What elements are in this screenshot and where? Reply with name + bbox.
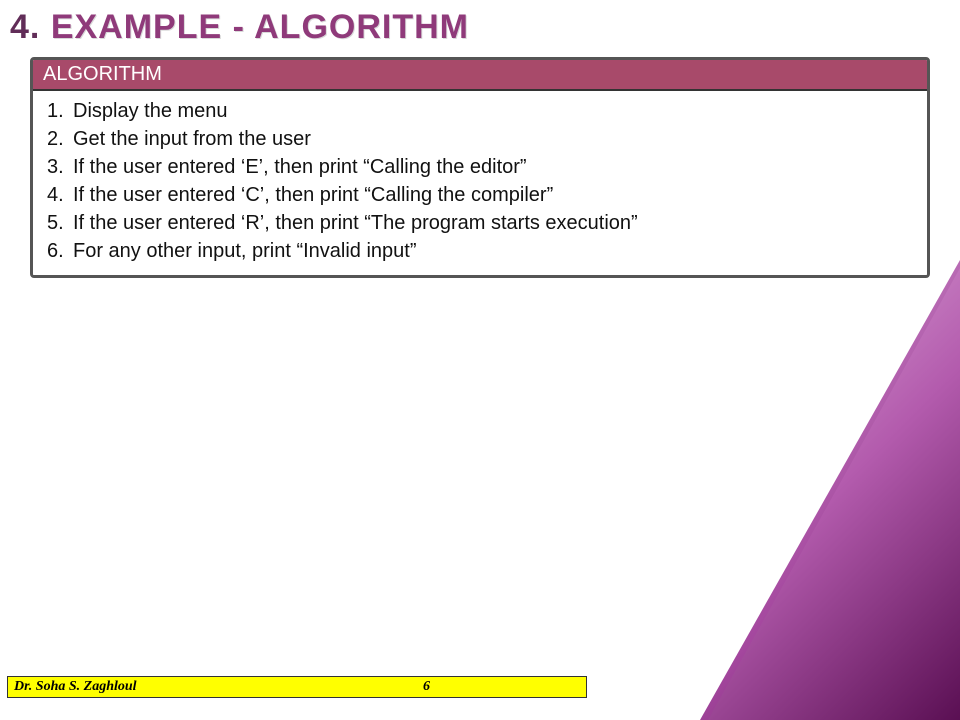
item-number: 5. bbox=[47, 209, 73, 237]
list-item: 4. If the user entered ‘C’, then print “… bbox=[47, 181, 913, 209]
list-item: 1. Display the menu bbox=[47, 97, 913, 125]
box-header: ALGORITHM bbox=[33, 60, 927, 89]
item-number: 3. bbox=[47, 153, 73, 181]
item-text: Get the input from the user bbox=[73, 125, 311, 153]
item-number: 6. bbox=[47, 237, 73, 265]
list-item: 6. For any other input, print “Invalid i… bbox=[47, 237, 913, 265]
item-number: 4. bbox=[47, 181, 73, 209]
list-item: 2. Get the input from the user bbox=[47, 125, 913, 153]
box-body: 1. Display the menu 2. Get the input fro… bbox=[33, 89, 927, 275]
list-item: 5. If the user entered ‘R’, then print “… bbox=[47, 209, 913, 237]
item-text: If the user entered ‘C’, then print “Cal… bbox=[73, 181, 553, 209]
footer-bar: Dr. Soha S. Zaghloul 6 bbox=[7, 676, 587, 698]
item-text: For any other input, print “Invalid inpu… bbox=[73, 237, 417, 265]
item-text: If the user entered ‘E’, then print “Cal… bbox=[73, 153, 527, 181]
title-text: Example - Algorithm bbox=[51, 8, 469, 46]
item-text: Display the menu bbox=[73, 97, 228, 125]
footer-page-number: 6 bbox=[423, 679, 430, 695]
item-number: 1. bbox=[47, 97, 73, 125]
algorithm-box: ALGORITHM 1. Display the menu 2. Get the… bbox=[30, 57, 930, 278]
corner-decoration bbox=[700, 260, 960, 720]
item-number: 2. bbox=[47, 125, 73, 153]
title-number: 4. bbox=[10, 8, 40, 46]
item-text: If the user entered ‘R’, then print “The… bbox=[73, 209, 638, 237]
slide-title: 4. Example - Algorithm bbox=[0, 0, 960, 47]
footer-author: Dr. Soha S. Zaghloul bbox=[8, 679, 137, 695]
list-item: 3. If the user entered ‘E’, then print “… bbox=[47, 153, 913, 181]
corner-decoration-inner bbox=[708, 268, 960, 720]
